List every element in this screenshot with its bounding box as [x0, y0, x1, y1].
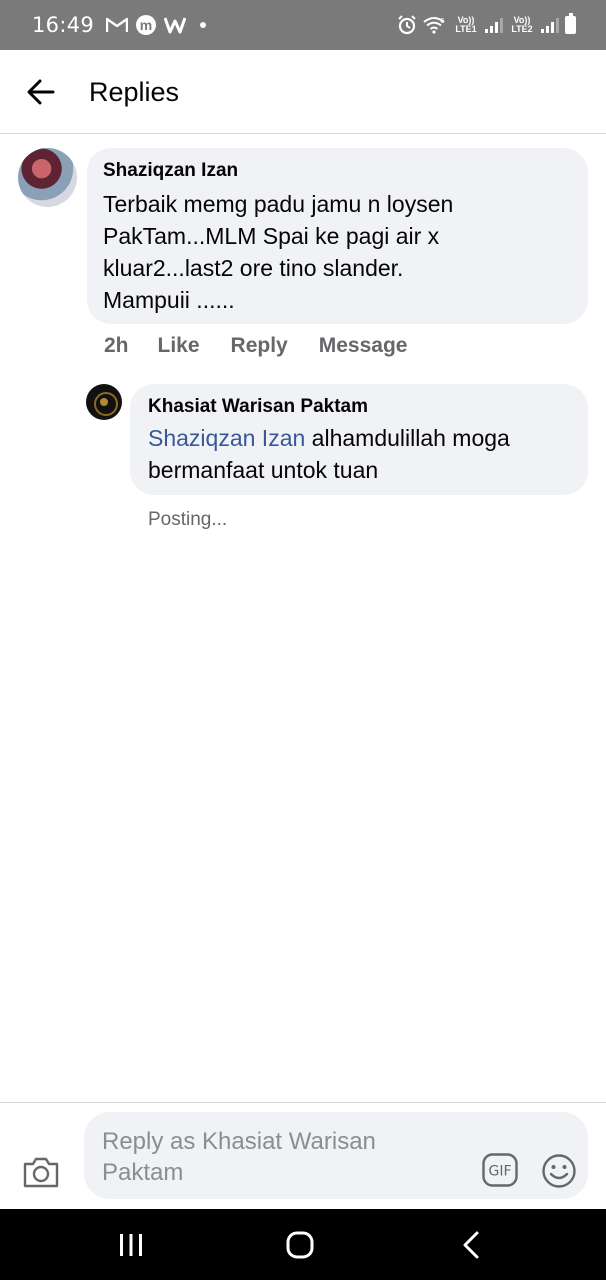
comment-author[interactable]: Shaziqzan Izan [103, 160, 572, 182]
home-icon[interactable] [286, 1231, 314, 1259]
w-icon [164, 17, 187, 34]
svg-text:GIF: GIF [488, 1164, 511, 1180]
back-icon[interactable] [460, 1230, 482, 1260]
camera-icon[interactable] [22, 1155, 60, 1189]
reply-author[interactable]: Khasiat Warisan Paktam [148, 396, 570, 418]
header: Replies [0, 50, 606, 134]
comment-text: Terbaik memg padu jamu n loysen PakTam..… [103, 191, 454, 313]
lte1-label: Vo)) LTE1 [455, 15, 477, 34]
posting-status: Posting... [148, 509, 228, 530]
alarm-icon [398, 15, 416, 35]
gmail-icon [106, 17, 129, 32]
signal-lte2-icon [541, 17, 559, 33]
reply-text: Shaziqzan Izan alhamdulillah moga berman… [148, 422, 570, 486]
dot-icon [200, 22, 207, 28]
comment-time: 2h [104, 334, 129, 357]
gif-button[interactable]: GIF [482, 1153, 518, 1187]
reply-placeholder: Reply as Khasiat Warisan Paktam [102, 1128, 376, 1186]
smiley-icon[interactable] [541, 1153, 577, 1189]
svg-text:6: 6 [440, 17, 445, 25]
arrow-left-icon[interactable] [26, 78, 56, 106]
reply-bubble[interactable]: Khasiat Warisan Paktam Shaziqzan Izan al… [130, 384, 588, 495]
signal-lte1-icon [485, 17, 503, 33]
comment-actions: 2h Like Reply Message [104, 334, 407, 358]
avatar[interactable] [18, 148, 77, 207]
navigation-bar [0, 1209, 606, 1280]
status-bar: 16:49 m 6 Vo)) LTE1 Vo)) LTE2 [0, 0, 606, 50]
reply-avatar[interactable] [86, 384, 122, 420]
status-right-icons: 6 Vo)) LTE1 Vo)) LTE2 [397, 13, 576, 35]
comment-bubble[interactable]: Shaziqzan Izan Terbaik memg padu jamu n … [87, 148, 588, 324]
message-button[interactable]: Message [319, 334, 408, 358]
composer-divider [0, 1102, 606, 1103]
recents-icon[interactable] [118, 1233, 144, 1257]
reply-button[interactable]: Reply [231, 334, 288, 358]
status-time: 16:49 [32, 13, 95, 37]
m-circle-icon: m [136, 15, 157, 35]
wifi-icon: 6 [423, 17, 445, 34]
like-button[interactable]: Like [158, 334, 200, 358]
lte2-label: Vo)) LTE2 [511, 15, 533, 34]
status-left-icons: m [106, 15, 207, 35]
page-title: Replies [89, 77, 180, 107]
mention-link[interactable]: Shaziqzan Izan [148, 425, 305, 451]
battery-icon [565, 13, 576, 34]
